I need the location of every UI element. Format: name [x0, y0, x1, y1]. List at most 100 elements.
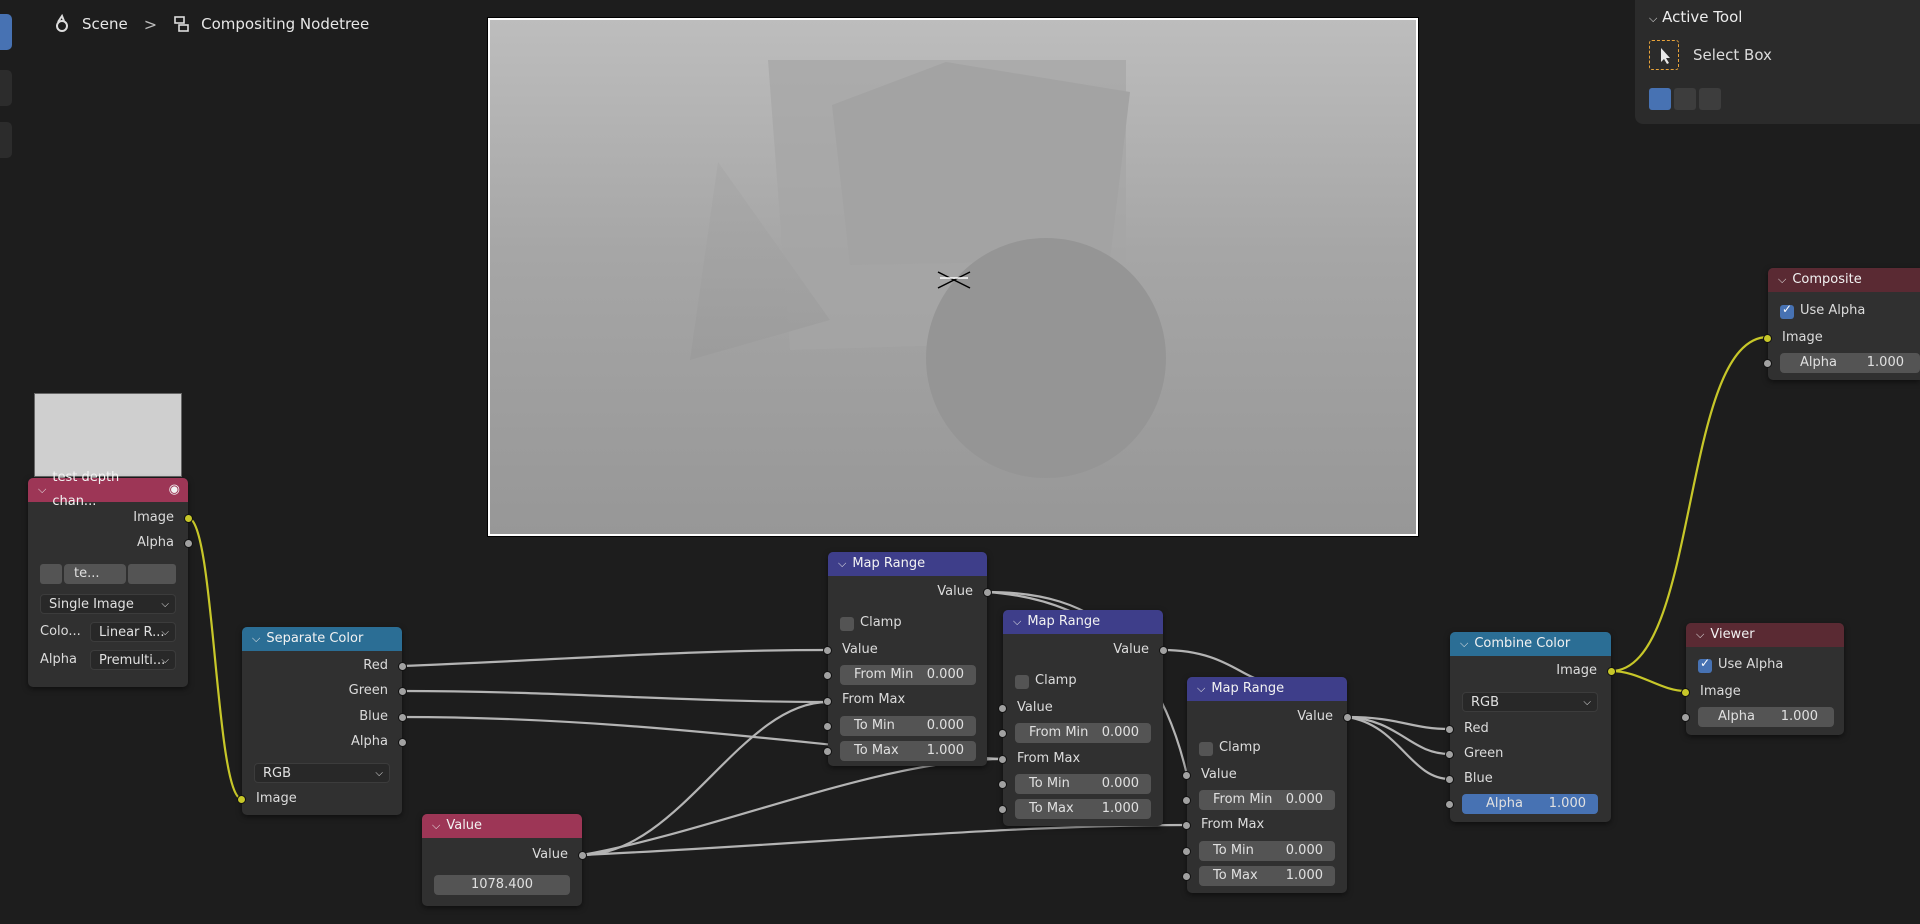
mode-extend-button[interactable] [1674, 88, 1696, 110]
eye-icon[interactable]: ◉ [169, 478, 180, 502]
input-alpha-socket[interactable] [1445, 800, 1454, 809]
input-value-socket[interactable] [823, 646, 832, 655]
value-field[interactable]: 1078.400 [434, 875, 570, 895]
map-range-node-3[interactable]: ⌵ Map Range Value Clamp Value From Min 0.… [1182, 677, 1352, 893]
map-range-1-header[interactable]: ⌵ Map Range [828, 552, 987, 576]
input-from-max-socket[interactable] [823, 697, 832, 706]
value-node-header[interactable]: ⌵ Value [422, 814, 582, 838]
output-value-socket[interactable] [578, 851, 587, 860]
active-tool-item[interactable]: Select Box [1649, 40, 1772, 70]
input-from-max-socket[interactable] [998, 755, 1007, 764]
to-max-field[interactable]: To Max 1.000 [840, 741, 976, 761]
separate-color-header[interactable]: ⌵ Separate Color [242, 627, 402, 651]
to-min-field[interactable]: To Min 0.000 [1015, 774, 1151, 794]
to-min-field[interactable]: To Min 0.000 [1199, 841, 1335, 861]
map-range-node-1[interactable]: ⌵ Map Range Value Clamp Value From Min 0.… [823, 552, 992, 766]
image-name-field[interactable]: te... [64, 564, 126, 584]
chevron-down-icon[interactable]: ⌵ [252, 627, 260, 651]
input-alpha-socket[interactable] [1681, 713, 1690, 722]
link-map3-to-blue [1345, 715, 1452, 781]
mode-new-button[interactable] [1649, 88, 1671, 110]
separate-color-node[interactable]: ⌵ Separate Color Red Green Blue Alpha RG… [237, 627, 407, 815]
map-range-node-2[interactable]: ⌵ Map Range Value Clamp Value From Min 0.… [998, 610, 1168, 826]
combine-color-node[interactable]: ⌵ Combine Color Image RGB ⌵ Red Green Blu… [1445, 632, 1616, 822]
measure-tool-button[interactable] [0, 122, 12, 158]
chevron-down-icon[interactable]: ⌵ [38, 478, 46, 502]
combine-alpha-field[interactable]: Alpha 1.000 [1462, 794, 1598, 814]
value-node[interactable]: ⌵ Value Value 1078.400 [422, 814, 587, 906]
input-to-max-socket[interactable] [998, 805, 1007, 814]
image-browse-icon[interactable] [40, 564, 62, 584]
image-actions-icons[interactable] [128, 564, 176, 584]
breadcrumb-nodetree[interactable]: Compositing Nodetree [201, 15, 369, 33]
output-alpha-socket[interactable] [398, 738, 407, 747]
combine-mode-dropdown[interactable]: RGB ⌵ [1462, 692, 1598, 712]
output-image-socket[interactable] [1607, 667, 1616, 676]
input-to-max-socket[interactable] [1182, 872, 1191, 881]
composite-header[interactable]: ⌵ Composite [1768, 268, 1920, 292]
viewer-header[interactable]: ⌵ Viewer [1686, 623, 1844, 647]
chevron-down-icon[interactable]: ⌵ [838, 552, 846, 576]
map-range-2-header[interactable]: ⌵ Map Range [1003, 610, 1163, 634]
viewer-node[interactable]: ⌵ Viewer Use Alpha Image Alpha1.000 [1681, 623, 1844, 735]
input-value-socket[interactable] [1182, 771, 1191, 780]
to-min-field[interactable]: To Min 0.000 [840, 716, 976, 736]
use-alpha-checkbox[interactable] [1698, 656, 1712, 673]
composite-alpha-field[interactable]: Alpha 1.000 [1780, 353, 1920, 373]
to-max-field[interactable]: To Max 1.000 [1199, 866, 1335, 886]
input-image-socket[interactable] [1681, 688, 1690, 697]
clamp-checkbox[interactable] [840, 617, 854, 631]
chevron-down-icon[interactable]: ⌵ [1696, 623, 1704, 647]
annotate-tool-button[interactable] [0, 70, 12, 106]
input-red-socket[interactable] [1445, 725, 1454, 734]
viewer-alpha-field[interactable]: Alpha 1.000 [1698, 707, 1834, 727]
input-from-min-socket[interactable] [998, 729, 1007, 738]
breadcrumb-scene[interactable]: Scene [82, 15, 128, 33]
output-value-socket[interactable] [983, 588, 992, 597]
from-min-field[interactable]: From Min 0.000 [1199, 790, 1335, 810]
output-blue-socket[interactable] [398, 713, 407, 722]
input-to-min-socket[interactable] [998, 780, 1007, 789]
input-value-socket[interactable] [998, 704, 1007, 713]
input-image-socket[interactable] [237, 795, 246, 804]
input-green-socket[interactable] [1445, 750, 1454, 759]
combine-color-header[interactable]: ⌵ Combine Color [1450, 632, 1611, 656]
mode-subtract-button[interactable] [1699, 88, 1721, 110]
input-to-max-socket[interactable] [823, 747, 832, 756]
image-source-dropdown[interactable]: Single Image ⌵ [40, 594, 176, 614]
clamp-checkbox[interactable] [1199, 742, 1213, 756]
input-image-socket[interactable] [1763, 334, 1772, 343]
to-max-field[interactable]: To Max 1.000 [1015, 799, 1151, 819]
output-red-socket[interactable] [398, 662, 407, 671]
output-green-socket[interactable] [398, 687, 407, 696]
chevron-down-icon[interactable]: ⌵ [432, 814, 440, 838]
output-alpha-socket[interactable] [184, 539, 193, 548]
alpha-mode-dropdown[interactable]: Premulti... ⌵ [90, 650, 176, 670]
input-from-max-socket[interactable] [1182, 821, 1191, 830]
from-min-field[interactable]: From Min 0.000 [1015, 723, 1151, 743]
separate-mode-dropdown[interactable]: RGB ⌵ [254, 763, 390, 783]
color-space-dropdown[interactable]: Linear R... ⌵ [90, 622, 176, 642]
input-alpha-socket[interactable] [1763, 359, 1772, 368]
input-from-min-socket[interactable] [1182, 796, 1191, 805]
chevron-down-icon[interactable]: ⌵ [1013, 610, 1021, 634]
output-image-socket[interactable] [184, 514, 193, 523]
clamp-checkbox[interactable] [1015, 675, 1029, 689]
map-range-3-header[interactable]: ⌵ Map Range [1187, 677, 1347, 701]
output-value-socket[interactable] [1343, 713, 1352, 722]
image-node[interactable]: ⌵ test depth chan... ◉ Image Alpha te...… [28, 470, 193, 687]
from-min-field[interactable]: From Min 0.000 [840, 665, 976, 685]
input-blue-socket[interactable] [1445, 775, 1454, 784]
input-to-min-socket[interactable] [1182, 847, 1191, 856]
input-from-min-socket[interactable] [823, 671, 832, 680]
chevron-down-icon[interactable]: ⌵ [1460, 632, 1468, 656]
active-tool-header[interactable]: ⌵ Active Tool [1649, 8, 1742, 26]
chevron-down-icon[interactable]: ⌵ [1197, 677, 1205, 701]
image-node-header[interactable]: ⌵ test depth chan... ◉ [28, 470, 188, 509]
use-alpha-checkbox[interactable] [1780, 302, 1794, 319]
output-value-socket[interactable] [1159, 646, 1168, 655]
select-box-tool-button[interactable] [0, 14, 12, 50]
composite-node[interactable]: ⌵ Composite Use Alpha Image Alpha1.000 [1763, 268, 1920, 380]
chevron-down-icon[interactable]: ⌵ [1778, 268, 1786, 292]
input-to-min-socket[interactable] [823, 722, 832, 731]
